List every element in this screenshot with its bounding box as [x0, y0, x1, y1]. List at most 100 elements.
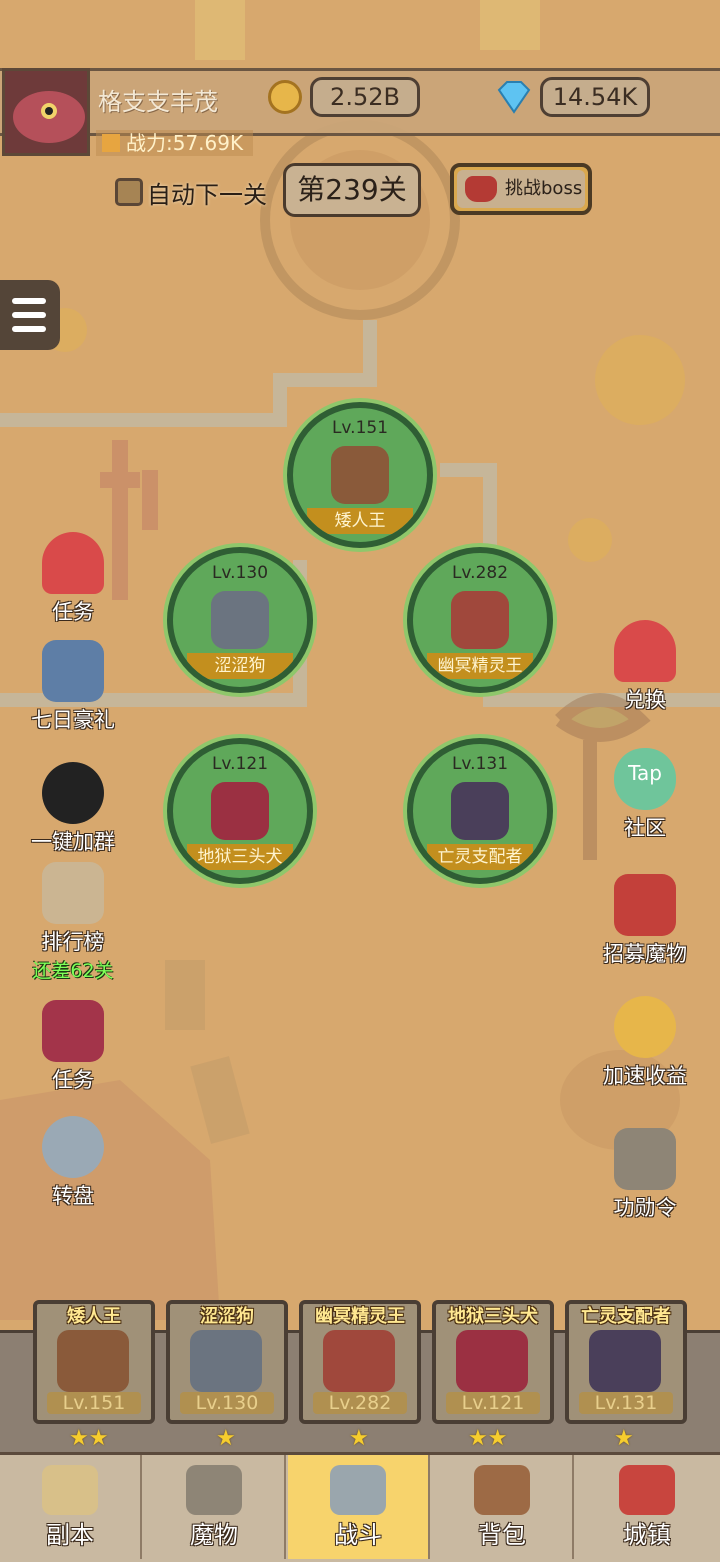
tab-town-label: 城镇	[623, 1521, 671, 1549]
monster-name: 亡灵支配者	[427, 844, 533, 870]
challenge-boss-label: 挑战boss	[505, 178, 583, 199]
wheel-icon	[42, 1116, 104, 1178]
cerberus-icon	[456, 1330, 528, 1392]
monster-level: Lv.282	[451, 563, 509, 583]
monster-name: 幽冥精灵王	[427, 653, 533, 679]
recruit-label: 招募魔物	[603, 942, 687, 966]
scroll-icon	[42, 862, 104, 924]
exchange-button[interactable]: 兑换	[590, 620, 700, 714]
dragon-avatar-icon	[13, 91, 85, 143]
team-card-level: Lv.151	[47, 1392, 141, 1414]
tab-town[interactable]: 城镇	[576, 1455, 718, 1559]
leaderboard-label: 排行榜	[41, 930, 105, 954]
monster-slot-3[interactable]: Lv.282 幽冥精灵王	[407, 547, 553, 693]
monster-slot-5[interactable]: Lv.131 亡灵支配者	[407, 738, 553, 884]
map-icon	[42, 1465, 98, 1515]
community-button[interactable]: Tap 社区	[590, 748, 700, 842]
team-card[interactable]: 矮人王 Lv.151	[33, 1300, 155, 1424]
monster-slot-2[interactable]: Lv.130 涩涩狗	[167, 547, 313, 693]
banner-helmet-icon	[614, 874, 676, 936]
tab-battle[interactable]: 战斗	[288, 1455, 430, 1559]
left-task-book-label: 任务	[52, 1068, 94, 1092]
tab-dungeon[interactable]: 副本	[0, 1455, 142, 1559]
book-icon	[42, 1000, 104, 1062]
diamond-icon	[497, 81, 531, 114]
speed-income-button[interactable]: 加速收益	[590, 996, 700, 1090]
backpack-icon	[474, 1465, 530, 1515]
lich-icon	[451, 782, 509, 840]
wheel-button[interactable]: 转盘	[18, 1116, 128, 1210]
leaderboard-gap: 还差62关	[32, 960, 114, 982]
monster-slot-1[interactable]: Lv.151 矮人王	[287, 402, 433, 548]
left-quest-button[interactable]: 任务	[18, 532, 128, 626]
wolf-icon	[211, 591, 269, 649]
tap-cloud-icon: Tap	[614, 748, 676, 810]
coin-up-icon	[614, 996, 676, 1058]
speed-income-label: 加速收益	[603, 1064, 687, 1088]
helmet-icon	[614, 1128, 676, 1190]
player-name: 格支支丰茂	[98, 88, 218, 116]
auto-next-toggle[interactable]: 自动下一关	[115, 176, 267, 209]
team-card[interactable]: 亡灵支配者 Lv.131	[565, 1300, 687, 1424]
dwarf-king-icon	[331, 446, 389, 504]
menu-button[interactable]	[0, 280, 60, 350]
team-card[interactable]: 幽冥精灵王 Lv.282	[299, 1300, 421, 1424]
team-card[interactable]: 涩涩狗 Lv.130	[166, 1300, 288, 1424]
team-card-stars: ★	[614, 1426, 634, 1451]
dwarf-king-icon	[57, 1330, 129, 1392]
seven-day-gift-label: 七日豪礼	[31, 708, 115, 732]
tab-dungeon-label: 副本	[46, 1521, 94, 1549]
exchange-label: 兑换	[624, 688, 666, 712]
diamond-amount: 14.54K	[540, 77, 650, 117]
left-quest-label: 任务	[52, 600, 94, 624]
team-card-level: Lv.130	[180, 1392, 274, 1414]
menu-icon	[12, 298, 46, 304]
team-card-stars: ★★	[69, 1426, 109, 1451]
leaderboard-button[interactable]: 排行榜 还差62关	[18, 862, 128, 983]
monster-level: Lv.121	[211, 754, 269, 774]
shop-icon	[619, 1465, 675, 1515]
power-icon	[102, 134, 120, 152]
join-group-label: 一键加群	[31, 830, 115, 854]
recruit-button[interactable]: 招募魔物	[590, 874, 700, 968]
join-group-button[interactable]: 一键加群	[18, 762, 128, 856]
team-card-stars: ★	[349, 1426, 369, 1451]
wolf-icon	[190, 1330, 262, 1392]
monster-name: 地狱三头犬	[187, 844, 293, 870]
gold-coin-icon	[268, 80, 302, 114]
left-task-book-button[interactable]: 任务	[18, 1000, 128, 1094]
challenge-boss-button[interactable]: 挑战boss	[450, 163, 592, 215]
penguin-icon	[42, 762, 104, 824]
crossed-swords-icon	[330, 1465, 386, 1515]
tab-monsters[interactable]: 魔物	[144, 1455, 286, 1559]
team-card-name: 涩涩狗	[200, 1306, 254, 1327]
merit-order-button[interactable]: 功勋令	[590, 1128, 700, 1222]
boss-skull-icon	[465, 176, 497, 202]
combat-power: 战力:57.69K	[96, 130, 254, 156]
team-card-name: 幽冥精灵王	[315, 1306, 405, 1327]
team-card-stars: ★★	[468, 1426, 508, 1451]
wheel-label: 转盘	[52, 1184, 94, 1208]
candy-cane-icon	[42, 532, 104, 594]
community-label: 社区	[624, 816, 666, 840]
monster-level: Lv.151	[331, 418, 389, 438]
tab-battle-label: 战斗	[334, 1521, 382, 1549]
auto-next-checkbox[interactable]	[115, 178, 143, 206]
helmet-icon	[186, 1465, 242, 1515]
merit-order-label: 功勋令	[613, 1196, 677, 1220]
seven-day-gift-button[interactable]: 七日豪礼	[18, 640, 128, 734]
knight-helmet-icon	[42, 640, 104, 702]
elf-king-icon	[323, 1330, 395, 1392]
team-card-name: 矮人王	[67, 1306, 121, 1327]
lich-icon	[589, 1330, 661, 1392]
monster-name: 涩涩狗	[187, 653, 293, 679]
team-card-stars: ★	[216, 1426, 236, 1451]
player-avatar[interactable]	[2, 68, 90, 156]
monster-slot-4[interactable]: Lv.121 地狱三头犬	[167, 738, 313, 884]
team-card[interactable]: 地狱三头犬 Lv.121	[432, 1300, 554, 1424]
cerberus-icon	[211, 782, 269, 840]
elf-king-icon	[451, 591, 509, 649]
tab-backpack[interactable]: 背包	[432, 1455, 574, 1559]
monster-level: Lv.130	[211, 563, 269, 583]
auto-next-label: 自动下一关	[147, 180, 267, 209]
